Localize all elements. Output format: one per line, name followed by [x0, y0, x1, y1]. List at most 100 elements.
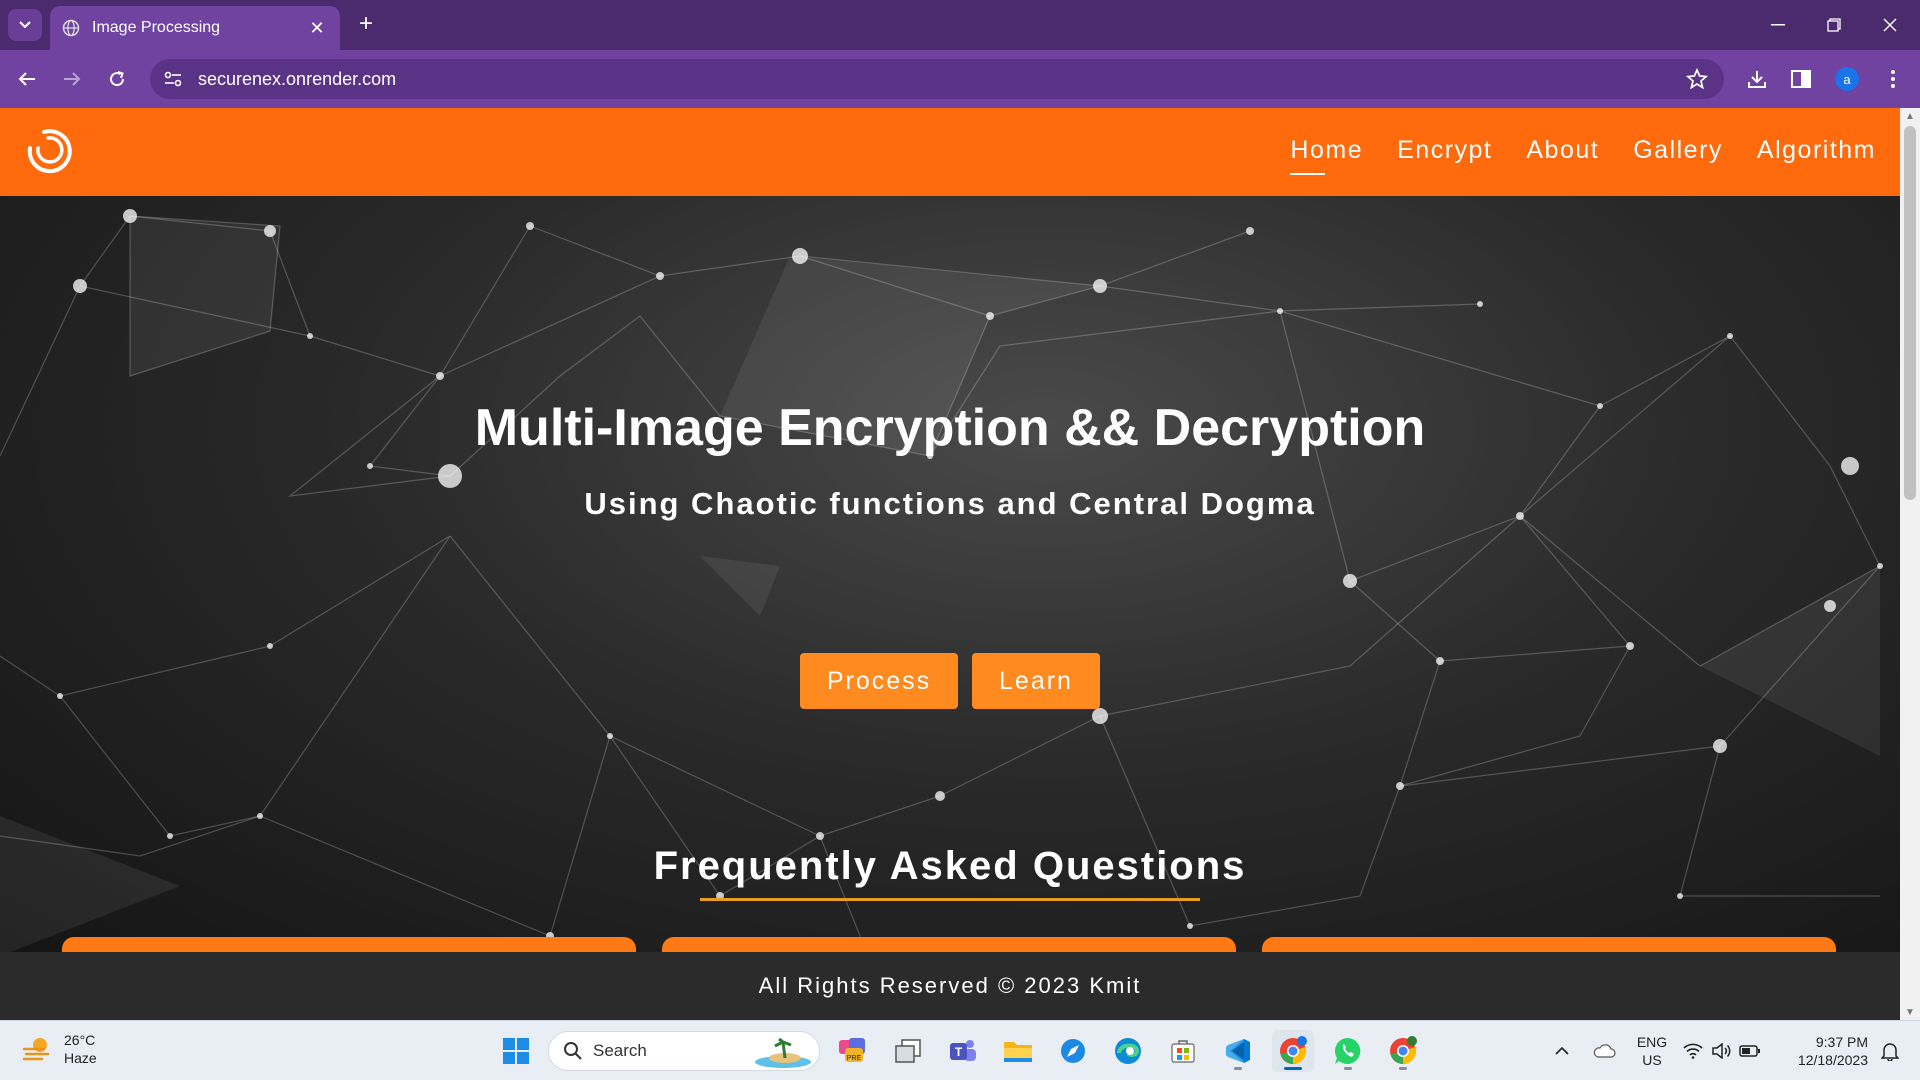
- close-icon: [1883, 18, 1897, 32]
- file-explorer-icon: [1004, 1042, 1032, 1062]
- chevron-up-icon: [1555, 1047, 1569, 1055]
- hero-title: Multi-Image Encryption && Decryption: [474, 399, 1426, 457]
- minimize-button[interactable]: [1750, 0, 1806, 50]
- search-icon: [564, 1042, 582, 1060]
- store-icon: [1171, 1040, 1195, 1063]
- onedrive-tray-button[interactable]: [1588, 1021, 1620, 1080]
- browser-menu-button[interactable]: [1876, 62, 1910, 96]
- app-running-indicator: [1399, 1067, 1407, 1070]
- taskbar-copilot-app[interactable]: PRE: [832, 1030, 874, 1072]
- cloud-icon: [1593, 1044, 1616, 1058]
- taskbar-edge[interactable]: [1107, 1030, 1149, 1072]
- whatsapp-icon: [1334, 1037, 1361, 1064]
- taskbar-search-box[interactable]: Search: [548, 1031, 820, 1071]
- scrollbar-thumb[interactable]: [1904, 126, 1916, 500]
- taskbar-chrome-profile[interactable]: [1382, 1030, 1424, 1072]
- quick-settings-button[interactable]: [1682, 1021, 1762, 1080]
- address-bar[interactable]: securenex.onrender.com: [150, 59, 1724, 99]
- chevron-down-icon: [19, 21, 31, 29]
- app-running-indicator: [1344, 1067, 1352, 1070]
- restore-button[interactable]: [1806, 0, 1862, 50]
- browser-toolbar: securenex.onrender.com a: [0, 50, 1920, 108]
- minimize-icon: [1771, 24, 1785, 26]
- forward-button[interactable]: [55, 62, 89, 96]
- hero-subtitle: Using Chaotic functions and Central Dogm…: [584, 486, 1316, 521]
- chrome-icon: [1280, 1036, 1307, 1065]
- site-logo-icon[interactable]: [22, 124, 78, 180]
- language-indicator[interactable]: ENG US: [1632, 1021, 1672, 1080]
- taskbar-vscode[interactable]: [1217, 1030, 1259, 1072]
- site-header: Home Encrypt About Gallery Algorithm: [0, 108, 1900, 196]
- side-panel-button[interactable]: [1784, 62, 1818, 96]
- taskbar-file-explorer[interactable]: [997, 1030, 1039, 1072]
- svg-text:T: T: [955, 1045, 963, 1059]
- taskbar-store[interactable]: [1162, 1030, 1204, 1072]
- browser-tab-bar: Image Processing ✕ +: [0, 0, 1920, 50]
- taskbar-task-view[interactable]: [887, 1030, 929, 1072]
- weather-temperature: 26°C: [64, 1032, 96, 1048]
- restore-icon: [1827, 18, 1841, 32]
- taskbar-whatsapp[interactable]: [1327, 1030, 1369, 1072]
- clock-time: 9:37 PM: [1815, 1034, 1868, 1050]
- back-button[interactable]: [10, 62, 44, 96]
- avatar: a: [1835, 67, 1859, 91]
- scroll-up-arrow-icon[interactable]: ▲: [1900, 108, 1920, 124]
- profile-button[interactable]: a: [1830, 62, 1864, 96]
- notifications-button[interactable]: [1872, 1021, 1908, 1080]
- new-tab-button[interactable]: +: [352, 11, 380, 39]
- taskbar-browser-app[interactable]: [1052, 1030, 1094, 1072]
- windows-taskbar: 26°C Haze Search PRE T ENG US 9:37 PM 12…: [0, 1020, 1920, 1080]
- weather-widget[interactable]: 26°C Haze: [22, 1031, 97, 1067]
- download-icon: [1748, 71, 1766, 88]
- learn-button[interactable]: Learn: [972, 653, 1100, 709]
- url-text: securenex.onrender.com: [198, 68, 397, 89]
- nav-home[interactable]: Home: [1290, 136, 1363, 175]
- hero-section: Multi-Image Encryption && Decryption Usi…: [0, 196, 1900, 962]
- close-window-button[interactable]: [1862, 0, 1918, 50]
- scroll-down-arrow-icon[interactable]: ▼: [1900, 1004, 1920, 1020]
- app-active-indicator: [1284, 1067, 1302, 1070]
- taskbar-chrome[interactable]: [1272, 1030, 1314, 1072]
- chrome-profile-icon: [1390, 1036, 1417, 1065]
- nav-about[interactable]: About: [1526, 136, 1599, 169]
- side-panel-icon: [1791, 70, 1811, 88]
- taskbar-teams[interactable]: T: [942, 1030, 984, 1072]
- show-hidden-icons-button[interactable]: [1548, 1021, 1576, 1080]
- wifi-icon: [1683, 1043, 1703, 1059]
- bell-icon: [1881, 1043, 1899, 1061]
- language-code: ENG: [1636, 1034, 1668, 1050]
- site-settings-icon[interactable]: [164, 71, 182, 87]
- nav-algorithm[interactable]: Algorithm: [1757, 136, 1876, 169]
- bookmark-star-icon[interactable]: [1686, 68, 1708, 90]
- process-button[interactable]: Process: [800, 653, 958, 709]
- site-footer: All Rights Reserved © 2023 Kmit: [0, 952, 1900, 1020]
- windows-start-button[interactable]: [495, 1030, 537, 1072]
- taskbar-clock[interactable]: 9:37 PM 12/18/2023: [1798, 1033, 1868, 1069]
- compass-browser-icon: [1061, 1039, 1085, 1063]
- close-tab-icon[interactable]: ✕: [306, 18, 328, 39]
- windows-start-icon: [503, 1038, 529, 1064]
- teams-icon: T: [950, 1040, 976, 1061]
- browser-tab-active[interactable]: Image Processing ✕: [50, 6, 340, 50]
- svg-text:PRE: PRE: [847, 1055, 862, 1062]
- downloads-button[interactable]: [1740, 62, 1774, 96]
- globe-icon: [62, 19, 80, 37]
- language-region: US: [1642, 1052, 1662, 1068]
- vscode-icon: [1226, 1039, 1250, 1063]
- faq-title-underline: [700, 898, 1200, 901]
- haze-sun-icon: [22, 1038, 50, 1061]
- tab-search-button[interactable]: [8, 9, 42, 41]
- reload-button[interactable]: [100, 62, 134, 96]
- page-scrollbar[interactable]: ▲ ▼: [1900, 108, 1920, 1020]
- edge-icon: [1115, 1038, 1141, 1064]
- clock-date: 12/18/2023: [1797, 1052, 1868, 1068]
- app-running-indicator: [1234, 1067, 1242, 1070]
- nav-gallery[interactable]: Gallery: [1633, 136, 1723, 169]
- more-vertical-icon: [1891, 70, 1895, 88]
- nav-encrypt[interactable]: Encrypt: [1397, 136, 1492, 169]
- footer-copyright: All Rights Reserved © 2023 Kmit: [758, 973, 1142, 998]
- arrow-left-icon: [18, 72, 35, 86]
- main-nav: Home Encrypt About Gallery Algorithm: [1290, 136, 1876, 175]
- tab-title: Image Processing: [92, 19, 221, 36]
- reload-icon: [110, 71, 125, 87]
